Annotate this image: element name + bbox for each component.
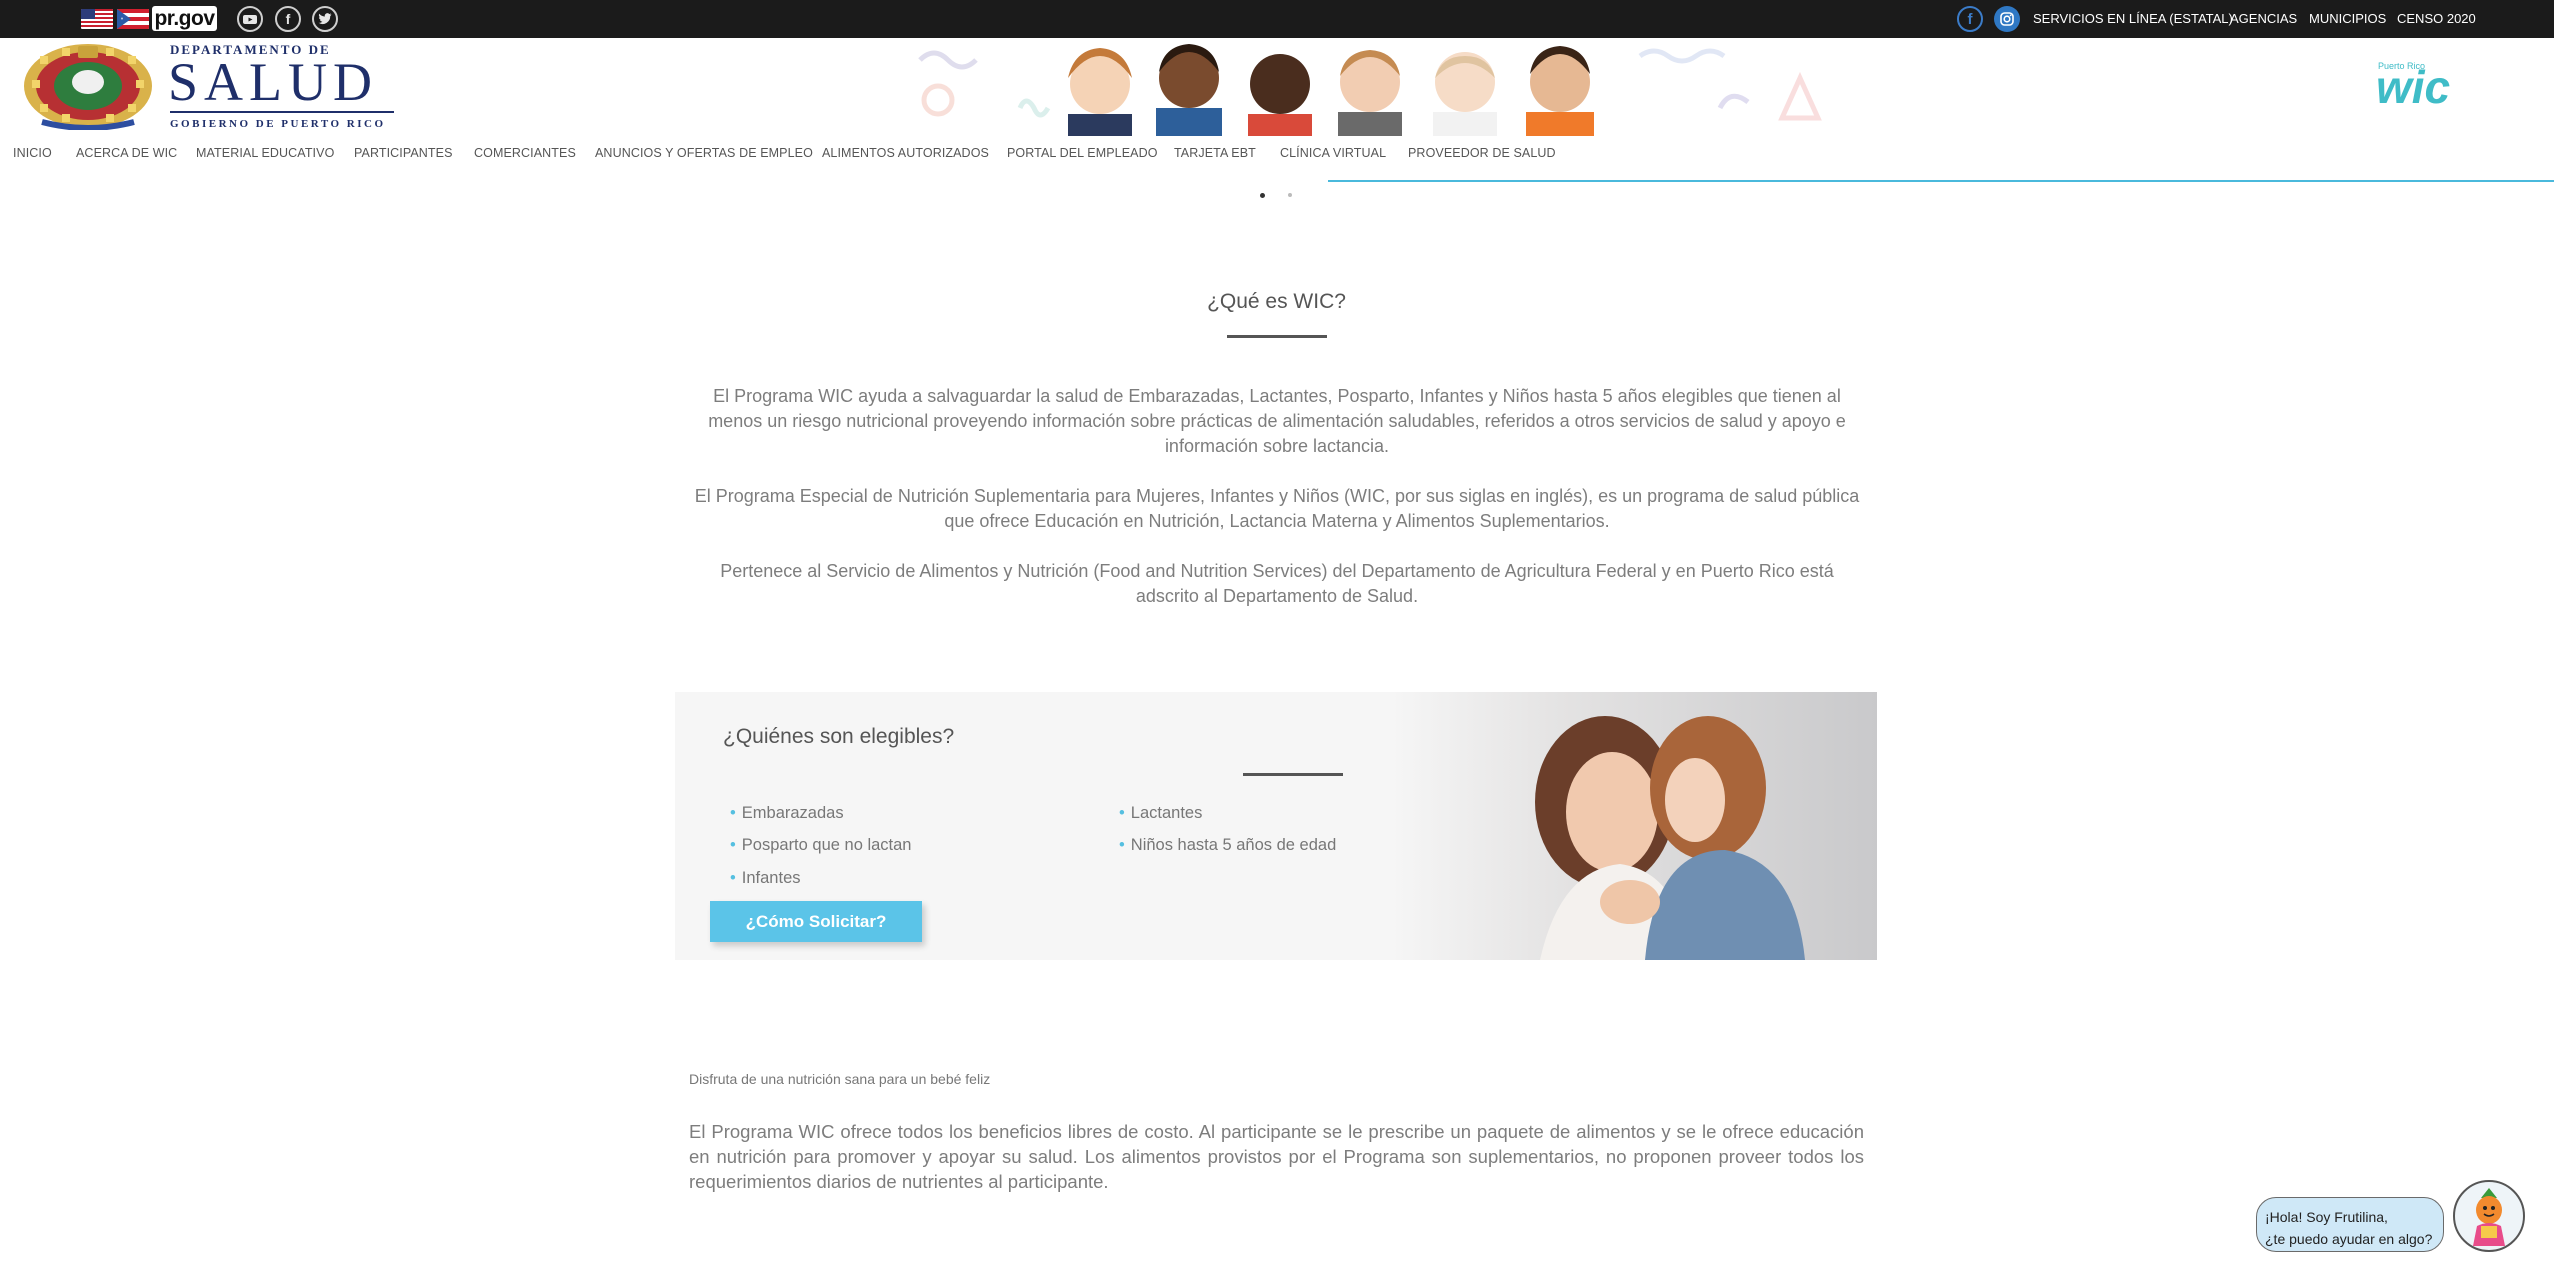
title-underline [1227, 335, 1327, 338]
carousel-dot-1[interactable] [1260, 193, 1265, 198]
bullet-icon: • [730, 869, 736, 887]
como-solicitar-button[interactable]: ¿Cómo Solicitar? [710, 901, 922, 942]
chat-greeting-line-1: ¡Hola! Soy Frutilina, [2265, 1209, 2388, 1225]
nav-comerciantes[interactable]: COMERCIANTES [474, 146, 576, 160]
chat-greeting-bubble[interactable]: ¡Hola! Soy Frutilina, ¿te puedo ayudar e… [2256, 1197, 2444, 1252]
benefits-subtitle: Disfruta de una nutrición sana para un b… [689, 1071, 991, 1087]
about-paragraph-1: El Programa WIC ayuda a salvaguardar la … [708, 386, 1846, 456]
top-bar: pr.gov f f SERVICIOS EN LÍNEA (ESTATAL) … [0, 0, 2554, 38]
carousel-dot-2[interactable] [1288, 193, 1292, 197]
bullet-icon: • [1119, 836, 1125, 854]
main-navigation: INICIO ACERCA DE WIC MATERIAL EDUCATIVO … [0, 146, 2554, 170]
wic-logo-text: wic [2376, 61, 2450, 113]
nav-inicio[interactable]: INICIO [13, 146, 52, 160]
frutilina-mascot-icon [2473, 1188, 2505, 1246]
eligibility-item: • Embarazadas [730, 804, 844, 822]
nav-acerca-de-wic[interactable]: ACERCA DE WIC [76, 146, 177, 160]
nav-participantes[interactable]: PARTICIPANTES [354, 146, 453, 160]
facebook-icon[interactable]: f [275, 6, 301, 32]
nav-clinica-virtual[interactable]: CLÍNICA VIRTUAL [1280, 146, 1386, 160]
link-censo-2020[interactable]: CENSO 2020 [2397, 0, 2476, 38]
eligibility-item: • Posparto que no lactan [730, 836, 912, 854]
eligibility-item: • Infantes [730, 869, 801, 887]
eligibility-title: ¿Quiénes son elegibles? [723, 725, 955, 748]
nav-tarjeta-ebt[interactable]: TARJETA EBT [1174, 146, 1256, 160]
eligibility-item: • Lactantes [1119, 804, 1203, 822]
link-servicios-en-linea[interactable]: SERVICIOS EN LÍNEA (ESTATAL) [2033, 0, 2233, 38]
nav-portal-del-empleado[interactable]: PORTAL DEL EMPLEADO [1007, 146, 1158, 160]
chatbot-avatar[interactable] [2453, 1180, 2525, 1252]
bullet-icon: • [730, 836, 736, 854]
nav-alimentos-autorizados[interactable]: ALIMENTOS AUTORIZADOS [822, 146, 989, 160]
link-municipios[interactable]: MUNICIPIOS [2309, 0, 2386, 38]
government-label: GOBIERNO DE PUERTO RICO [170, 118, 386, 130]
us-flag-icon[interactable] [81, 9, 113, 29]
wic-logo[interactable]: Puerto Rico wic [2376, 55, 2500, 113]
about-paragraph-2: El Programa Especial de Nutrición Suplem… [694, 486, 1860, 531]
eligibility-title-underline [1243, 773, 1343, 776]
benefits-paragraph: El Programa WIC ofrece todos los benefic… [689, 1121, 1864, 1192]
link-agencias[interactable]: AGENCIAS [2230, 0, 2297, 38]
facebook-icon[interactable]: f [1957, 6, 1983, 32]
salud-brand[interactable]: SALUD [168, 54, 378, 110]
section-title-que-es-wic: ¿Qué es WIC? [1207, 290, 1346, 313]
coat-of-arms-logo[interactable] [22, 42, 154, 130]
nav-accent-line [1328, 180, 2554, 182]
twitter-icon[interactable] [312, 6, 338, 32]
chat-greeting-line-2: ¿te puedo ayudar en algo? [2265, 1231, 2433, 1247]
nav-anuncios-y-ofertas[interactable]: ANUNCIOS Y OFERTAS DE EMPLEO [595, 146, 813, 160]
instagram-icon[interactable] [1994, 6, 2020, 32]
youtube-icon[interactable] [237, 6, 263, 32]
header-banner-image [900, 38, 1880, 136]
eligibility-item: • Niños hasta 5 años de edad [1119, 836, 1337, 854]
nav-proveedor-de-salud[interactable]: PROVEEDOR DE SALUD [1408, 146, 1556, 160]
mother-daughter-photo [1390, 692, 1877, 960]
pr-flag-icon[interactable] [117, 9, 149, 29]
about-paragraph-3: Pertenece al Servicio de Alimentos y Nut… [720, 561, 1834, 606]
nav-material-educativo[interactable]: MATERIAL EDUCATIVO [196, 146, 334, 160]
brand-divider [170, 111, 394, 113]
bullet-icon: • [1119, 804, 1125, 822]
prgov-logo[interactable]: pr.gov [152, 6, 217, 31]
bullet-icon: • [730, 804, 736, 822]
